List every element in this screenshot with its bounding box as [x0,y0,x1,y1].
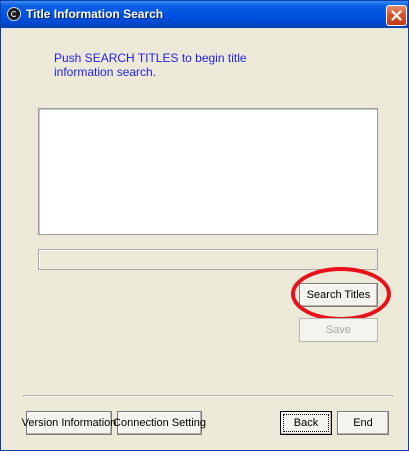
close-icon [391,10,402,21]
title-results-list[interactable] [38,108,378,235]
app-icon [7,7,21,21]
connection-setting-button[interactable]: Connection Setting [113,411,206,435]
back-button[interactable]: Back [280,411,332,435]
back-button-label: Back [282,414,330,432]
version-information-button[interactable]: Version Information [22,411,116,435]
search-titles-button[interactable]: Search Titles [299,283,378,307]
instruction-line-2: information search. [54,65,157,79]
instruction-message: Push SEARCH TITLES to begin title inform… [54,51,314,79]
end-button[interactable]: End [337,411,389,435]
footer-separator [23,395,393,397]
search-progress-bar [38,249,378,270]
instruction-line-1: Push SEARCH TITLES to begin title [54,51,247,65]
title-information-search-window: Title Information Search Push SEARCH TIT… [0,0,409,451]
title-bar[interactable]: Title Information Search [1,1,408,28]
save-button[interactable]: Save [299,318,378,342]
window-title: Title Information Search [26,7,164,21]
close-button[interactable] [386,5,407,26]
